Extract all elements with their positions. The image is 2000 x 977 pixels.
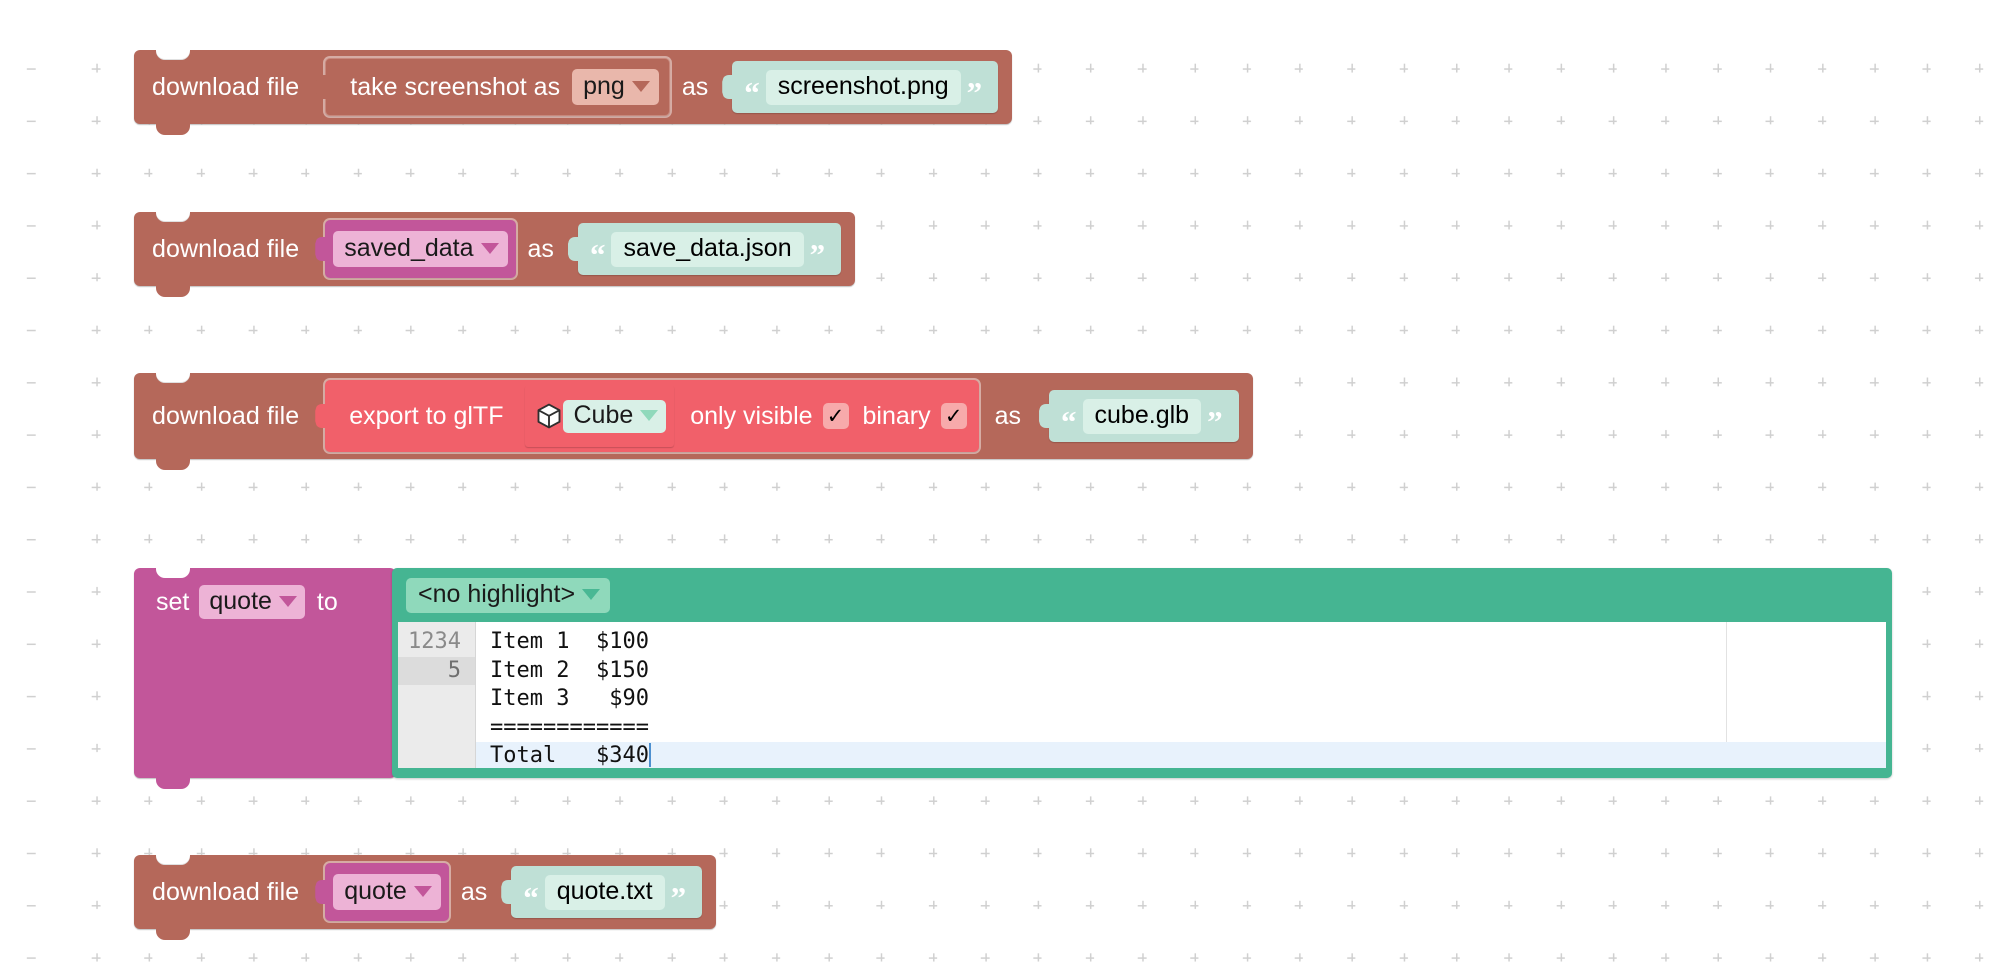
as-connector-label: as [460,877,488,906]
quote-open-icon: “ [1061,403,1077,439]
block-set-quote[interactable]: set quote to [134,567,396,789]
only-visible-checkbox[interactable]: ✓ [822,403,849,429]
quote-close-icon: ” [966,74,983,110]
editor-gutter: 1234 5 [398,622,476,768]
binary-label: binary [862,401,931,430]
editor-line[interactable]: Item 1 $100 [476,628,1886,657]
text-block-save-data-filename[interactable]: “ save_data.json ” [577,223,842,275]
code-editor[interactable]: 1234 5 Item 1 $100 Item 2 $150 Item 3 $90 ==… [398,622,1886,768]
block-download-quote[interactable]: download file quote as “ quote.txt ” [134,854,717,940]
save-data-filename-input[interactable]: save_data.json [611,231,804,267]
editor-line-number: 4 [447,629,461,654]
block-export-to-gltf[interactable]: export to glTF Cube only visible ✓ binar… [325,380,979,452]
to-keyword: to [316,587,338,616]
highlight-mode-value: <no highlight> [418,580,576,608]
quote-open-icon: “ [744,74,760,110]
variable-dropdown-quote[interactable]: quote [199,585,305,619]
variable-value: saved_data [344,234,474,262]
editor-line[interactable]: Item 3 $90 [476,685,1886,714]
highlight-mode-dropdown[interactable]: <no highlight> [406,578,611,613]
quote-open-icon: “ [523,879,539,915]
editor-line-number: 3 [434,629,448,654]
as-connector-label: as [527,234,554,263]
object-picker-cube[interactable]: Cube [525,385,674,447]
editor-code-area[interactable]: Item 1 $100 Item 2 $150 Item 3 $90 ========… [476,622,1886,768]
editor-line[interactable]: Item 2 $150 [476,657,1886,686]
blockly-workspace[interactable]: download file take screenshot as png as … [0,0,2000,977]
block-statement-label: download file [152,234,300,263]
set-keyword: set [156,587,190,616]
variable-dropdown-saved-data[interactable]: saved_data [333,231,508,267]
as-connector-label: as [994,401,1022,430]
editor-line-number: 5 [398,656,475,686]
editor-line[interactable]: ============ [476,714,1886,743]
cube-icon [535,402,563,430]
as-connector-label: as [681,72,709,101]
block-download-gltf[interactable]: download file export to glTF Cube only v… [134,372,1253,470]
screenshot-format-dropdown[interactable]: png [572,69,659,105]
text-block-quote-filename[interactable]: “ quote.txt ” [511,866,703,918]
chevron-down-icon [480,243,499,254]
variable-value: quote [209,587,272,615]
chevron-down-icon [631,81,650,92]
block-multiline-text-editor[interactable]: <no highlight> 1234 5 Item 1 $100 Item 2 $… [392,568,1892,778]
quote-close-icon: ” [1207,403,1223,439]
quote-filename-input[interactable]: quote.txt [544,874,665,910]
binary-checkbox[interactable]: ✓ [940,403,967,429]
block-statement-label: download file [152,401,300,430]
text-cursor [648,743,651,768]
block-download-saved-data[interactable]: download file saved_data as “ save_data.… [134,211,856,297]
variable-dropdown-quote[interactable]: quote [333,874,441,910]
chevron-down-icon [640,409,659,421]
object-name-value: Cube [573,400,634,429]
export-to-gltf-label: export to glTF [349,401,504,430]
variable-block-saved-data[interactable]: saved_data [325,220,516,278]
quote-close-icon: ” [809,236,826,272]
block-statement-label: download file [152,72,300,101]
quote-open-icon: “ [589,236,606,272]
object-dropdown-cube[interactable]: Cube [563,399,667,433]
text-block-screenshot-filename[interactable]: “ screenshot.png ” [732,61,999,113]
screenshot-filename-input[interactable]: screenshot.png [765,69,961,105]
cube-filename-input[interactable]: cube.glb [1082,398,1202,434]
variable-block-quote[interactable]: quote [325,863,449,921]
chevron-down-icon [278,596,297,607]
text-block-cube-filename[interactable]: “ cube.glb ” [1049,390,1239,442]
editor-line-number: 2 [421,629,435,654]
chevron-down-icon [413,886,432,897]
block-download-screenshot[interactable]: download file take screenshot as png as … [134,49,1013,135]
only-visible-label: only visible [690,401,813,430]
quote-close-icon: ” [670,879,687,915]
editor-line[interactable]: Total $340 [476,742,1886,768]
block-take-screenshot[interactable]: take screenshot as png [325,58,670,116]
chevron-down-icon [582,589,601,600]
take-screenshot-label: take screenshot as [350,72,561,101]
block-statement-label: download file [152,877,300,906]
screenshot-format-value: png [583,72,625,100]
variable-value: quote [344,877,407,905]
editor-line-number: 1 [408,629,422,654]
